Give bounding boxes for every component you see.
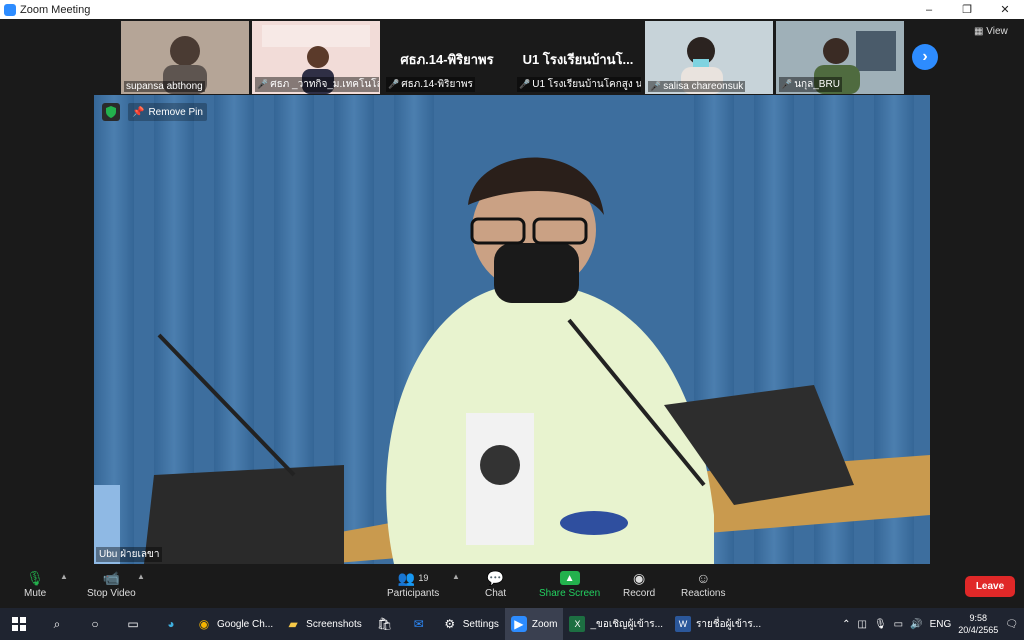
mute-button[interactable]: 🎙 Mute [24,568,46,600]
next-page-button[interactable]: › [912,44,938,70]
system-tray: ⌃ ◫ 🎙 ▭ 🔊 ENG 9:58 20/4/2565 🗨 [842,608,1024,640]
pin-icon: 📌 [132,106,145,118]
grid-icon: ▦ [974,26,984,37]
encryption-shield-icon[interactable] [102,103,120,121]
taskbar-app-chrome[interactable]: ◉ Google Ch... [190,608,279,640]
leave-button[interactable]: Leave [965,576,1015,597]
task-view-icon: ▭ [127,617,139,631]
muted-mic-icon: 🎤 [388,79,400,89]
taskbar-app-zoom[interactable]: ▶ Zoom [504,608,564,640]
word-icon: W [675,616,692,632]
mail-button[interactable]: ✉ [402,608,436,640]
share-screen-button[interactable]: ▲ Share Screen [539,568,600,599]
edge-icon: ◕ [167,617,175,631]
muted-mic-icon: 🎤 [781,79,793,89]
clock-date: 20/4/2565 [958,625,999,635]
edge-button[interactable]: ◕ [152,608,190,640]
store-icon: 🛍 [377,617,393,631]
taskbar-app-word[interactable]: W รายชื่อผู้เข้าร... [669,608,767,640]
microphone-icon: 🎙 [26,569,44,586]
smiley-plus-icon: ☺ [696,570,711,586]
taskbar-app-screenshots[interactable]: ▰ Screenshots [279,608,368,640]
mail-icon: ✉ [413,617,424,631]
meeting-stage: supansa abthong 🎤ศธภ _วาทกิจ_ม.เทคโนโลยี… [0,19,1024,564]
search-icon: ⌕ [53,616,61,631]
view-label: View [986,26,1008,37]
muted-mic-icon: 🎤 [257,79,269,89]
participants-count: 19 [418,573,429,583]
minimize-button[interactable]: – [910,0,948,19]
reactions-button[interactable]: ☺ Reactions [681,568,725,599]
window-title: Zoom Meeting [20,3,91,16]
participant-name: ศธภ _วาทกิจ_ม.เทคโนโลยี... [270,79,379,90]
volume-icon[interactable]: 🔊 [910,619,922,630]
video-camera-icon: 📹 [102,569,121,586]
participant-name: นกุล_BRU [794,79,840,90]
chat-button[interactable]: 💬 Chat [485,568,506,600]
close-button[interactable]: ✕ [986,0,1024,19]
zoom-app-icon [4,3,16,16]
participants-button[interactable]: 👥 19 Participants [387,568,439,600]
clock[interactable]: 9:58 20/4/2565 [958,612,998,636]
speaker-video [94,95,930,564]
taskbar-app-excel[interactable]: X _ขอเชิญผู้เข้าร... [563,608,669,640]
participant-name: supansa abthong [126,81,203,92]
window-titlebar: Zoom Meeting – ❐ ✕ [0,0,1024,19]
video-options-caret[interactable]: ▲ [137,572,145,581]
muted-mic-icon: 🎤 [650,81,662,91]
start-button[interactable] [0,608,38,640]
network-icon[interactable]: ▭ [894,619,903,630]
zoom-icon: ▶ [510,616,527,632]
participant-name: ศธภ.14-พิริยาพร [401,79,473,90]
meeting-toolbar: 🎙 Mute ▲ 📹 Stop Video ▲ 👥 19 Participants… [0,564,1024,608]
store-button[interactable]: 🛍 [368,608,402,640]
participants-icon: 👥 [397,569,416,586]
participant-tile[interactable]: 🎤 salisa chareonsuk [645,21,773,94]
task-view-button[interactable]: ▭ [114,608,152,640]
participant-tile[interactable]: supansa abthong [121,21,249,94]
view-button[interactable]: ▦ View [974,26,1008,37]
excel-icon: X [569,616,586,632]
participant-tile[interactable]: 🎤 นกุล_BRU [776,21,904,94]
camera-icon[interactable]: ◫ [858,619,867,630]
gear-icon: ⚙ [444,617,456,631]
muted-mic-icon: 🎤 [519,79,531,89]
folder-icon: ▰ [288,617,298,631]
cortana-button[interactable]: ○ [76,608,114,640]
participant-display-name: U1 โรงเรียนบ้านโ... [522,52,634,67]
speaker-name: Ubu ฝ่ายเลขา [96,547,163,562]
participant-name: U1 โรงเรียนบ้านโคกสูง น... [532,79,641,90]
maximize-button[interactable]: ❐ [948,0,986,19]
remove-pin-label: Remove Pin [148,106,203,118]
pinned-video[interactable]: 📌 Remove Pin Ubu ฝ่ายเลขา [94,95,930,564]
participant-name: salisa chareonsuk [663,81,744,92]
search-button[interactable]: ⌕ [38,608,76,640]
chrome-icon: ◉ [198,617,210,631]
participant-display-name: ศธภ.14-พิริยาพร [400,52,494,67]
remove-pin-button[interactable]: 📌 Remove Pin [128,103,207,121]
language-indicator[interactable]: ENG [930,619,952,630]
windows-taskbar: ⌕ ○ ▭ ◕ ◉ Google Ch... ▰ Screenshots 🛍 ✉ ⚙… [0,608,1024,640]
record-icon: ◉ [633,569,646,586]
participants-options-caret[interactable]: ▲ [452,572,460,581]
audio-options-caret[interactable]: ▲ [60,572,68,581]
chat-bubble-icon: 💬 [486,569,505,586]
microphone-icon[interactable]: 🎙 [874,619,887,630]
participant-tile[interactable]: 🎤ศธภ _วาทกิจ_ม.เทคโนโลยี... [252,21,380,94]
taskbar-app-settings[interactable]: ⚙ Settings [436,608,505,640]
windows-logo-icon [12,617,26,631]
circle-icon: ○ [91,617,99,631]
stop-video-button[interactable]: 📹 Stop Video [87,568,136,600]
gallery-strip: supansa abthong 🎤ศธภ _วาทกิจ_ม.เทคโนโลยี… [121,21,904,94]
record-button[interactable]: ◉ Record [623,568,655,600]
chevron-up-icon[interactable]: ⌃ [842,619,850,630]
participant-tile[interactable]: ศธภ.14-พิริยาพร 🎤 ศธภ.14-พิริยาพร [383,21,511,94]
participant-tile[interactable]: U1 โรงเรียนบ้านโ... 🎤 U1 โรงเรียนบ้านโคกส… [514,21,642,94]
notification-icon[interactable]: 🗨 [1005,619,1018,630]
clock-time: 9:58 [969,613,988,623]
share-arrow-icon: ▲ [559,571,580,585]
